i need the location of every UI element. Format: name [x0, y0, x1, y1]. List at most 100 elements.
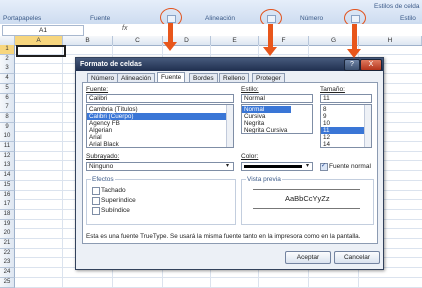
arrow-down-icon: [163, 42, 177, 51]
style-list-item[interactable]: Cursiva: [242, 113, 312, 120]
gridline: [15, 286, 422, 288]
font-list-item[interactable]: Agency FB: [87, 120, 233, 127]
gridline: [62, 45, 63, 288]
row-header[interactable]: 16: [0, 190, 15, 201]
column-header-c[interactable]: C: [113, 36, 163, 45]
row-header[interactable]: 22: [0, 248, 15, 259]
active-cell[interactable]: [16, 45, 66, 57]
normal-font-label: Fuente normal: [329, 163, 371, 170]
style-list-item-selected[interactable]: Normal: [242, 106, 291, 113]
row-header[interactable]: 14: [0, 171, 15, 182]
font-list[interactable]: Cambria (Títulos) Calibri (Cuerpo) Agenc…: [86, 104, 234, 148]
strikethrough-label: Tachado: [101, 187, 126, 194]
font-list-item[interactable]: Arial Black: [87, 141, 233, 147]
row-header[interactable]: 25: [0, 277, 15, 288]
row-header[interactable]: 6: [0, 93, 15, 104]
style-list-item[interactable]: Negrita Cursiva: [242, 127, 312, 133]
ribbon-group-number[interactable]: Número: [300, 15, 323, 22]
fx-icon[interactable]: fx: [122, 25, 127, 32]
column-header-a[interactable]: A: [15, 36, 63, 45]
font-name-input[interactable]: Calibri: [86, 94, 234, 103]
arrow-shaft-icon: [352, 24, 357, 50]
underline-select[interactable]: Ninguno: [86, 162, 234, 171]
row-header[interactable]: 21: [0, 239, 15, 249]
superscript-label: Superíndice: [101, 197, 136, 204]
color-select[interactable]: [241, 162, 313, 171]
font-list-scrollbar[interactable]: [226, 105, 233, 147]
style-list[interactable]: Normal Cursiva Negrita Negrita Cursiva: [241, 104, 313, 134]
color-label: Color:: [241, 153, 259, 160]
chevron-down-icon[interactable]: ▾: [226, 162, 229, 169]
chevron-down-icon[interactable]: ▾: [306, 162, 309, 169]
font-list-item-selected[interactable]: Calibri (Cuerpo): [87, 113, 233, 120]
column-header-h[interactable]: H: [359, 36, 422, 45]
ribbon-group-style[interactable]: Estilo: [400, 15, 416, 22]
cell-styles-label[interactable]: Estilos de celda: [374, 3, 420, 10]
superscript-checkbox[interactable]: [92, 197, 100, 205]
style-label: Estilo:: [241, 86, 259, 93]
row-header[interactable]: 24: [0, 268, 15, 279]
size-list-item-selected[interactable]: 11: [321, 127, 365, 134]
help-icon[interactable]: ?: [344, 59, 360, 71]
name-box[interactable]: A1: [2, 25, 84, 36]
size-input[interactable]: 11: [320, 94, 372, 103]
cancel-button[interactable]: Cancelar: [334, 251, 380, 264]
font-tab-panel: Fuente: Calibri Cambria (Títulos) Calibr…: [82, 82, 378, 244]
gridline: [15, 276, 422, 278]
row-header[interactable]: 19: [0, 219, 15, 230]
row-header[interactable]: 9: [0, 122, 15, 133]
font-list-item[interactable]: Cambria (Títulos): [87, 106, 233, 113]
size-list-scrollbar[interactable]: [364, 105, 371, 147]
font-label: Fuente:: [86, 86, 109, 93]
row-header[interactable]: 7: [0, 103, 15, 114]
size-label: Tamaño:: [320, 86, 345, 93]
row-header[interactable]: 4: [0, 74, 15, 85]
subscript-checkbox[interactable]: [92, 207, 100, 215]
preview-box: AaBbCcYyZz: [253, 189, 360, 209]
normal-font-checkbox[interactable]: ✓: [320, 163, 328, 171]
close-icon[interactable]: X: [360, 59, 382, 71]
format-cells-dialog: Formato de celdas ? X Número Alineación …: [75, 57, 384, 270]
font-list-item[interactable]: Algerian: [87, 127, 233, 134]
strikethrough-checkbox[interactable]: [92, 187, 100, 195]
row-header[interactable]: 13: [0, 161, 15, 172]
preview-text: AaBbCcYyZz: [285, 194, 330, 203]
column-header-b[interactable]: B: [63, 36, 113, 45]
row-header[interactable]: 23: [0, 258, 15, 269]
size-list[interactable]: 8 9 10 11 12 14: [320, 104, 372, 148]
underline-label: Subrayado:: [86, 153, 120, 160]
arrow-shaft-icon: [268, 24, 273, 48]
style-input[interactable]: Normal: [241, 94, 313, 103]
row-header[interactable]: 11: [0, 142, 15, 152]
row-header[interactable]: 10: [0, 132, 15, 143]
row-header[interactable]: 2: [0, 54, 15, 65]
row-header[interactable]: 20: [0, 229, 15, 240]
ok-button[interactable]: Aceptar: [285, 251, 331, 264]
row-header[interactable]: 17: [0, 200, 15, 211]
ribbon-group-clipboard[interactable]: Portapapeles: [3, 15, 41, 22]
row-header[interactable]: 12: [0, 151, 15, 162]
font-list-item[interactable]: Arial: [87, 134, 233, 141]
select-all-corner[interactable]: [0, 36, 15, 45]
column-header-f[interactable]: F: [259, 36, 309, 45]
row-header[interactable]: 1: [0, 45, 15, 55]
arrow-down-icon: [347, 49, 361, 58]
style-list-item[interactable]: Negrita: [242, 120, 312, 127]
row-header[interactable]: 3: [0, 64, 15, 75]
dialog-title: Formato de celdas: [80, 61, 142, 68]
color-swatch: [244, 165, 302, 168]
row-header[interactable]: 5: [0, 83, 15, 94]
checkmark-icon: ✓: [321, 163, 327, 169]
row-header[interactable]: 8: [0, 112, 15, 123]
info-text: Esta es una fuente TrueType. Se usará la…: [86, 233, 361, 240]
row-header[interactable]: 18: [0, 209, 15, 220]
arrow-shaft-icon: [168, 23, 173, 43]
preview-label: Vista previa: [246, 176, 282, 183]
subscript-label: Subíndice: [101, 207, 130, 214]
ribbon-group-alignment[interactable]: Alineación: [205, 15, 235, 22]
effects-label: Efectos: [91, 176, 115, 183]
dialog-title-bar[interactable]: Formato de celdas: [76, 58, 383, 71]
row-header[interactable]: 15: [0, 180, 15, 191]
ribbon-group-font[interactable]: Fuente: [90, 15, 110, 22]
column-header-e[interactable]: E: [211, 36, 259, 45]
